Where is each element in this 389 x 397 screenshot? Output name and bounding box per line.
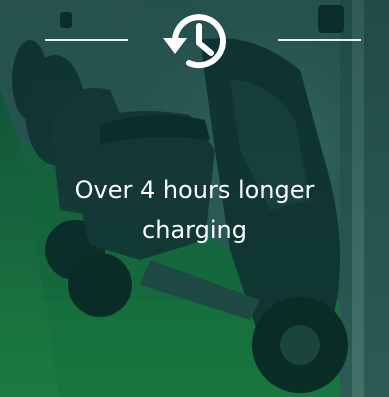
caption-line-2: charging: [142, 216, 247, 244]
history-clock-icon: [163, 14, 226, 69]
decorative-line-left: [45, 39, 128, 41]
feature-caption: Over 4 hours longer charging: [0, 170, 389, 250]
decorative-line-right: [278, 39, 361, 41]
feature-card: Over 4 hours longer charging: [0, 0, 389, 397]
icon-row: [0, 0, 389, 80]
caption-line-1: Over 4 hours longer: [74, 176, 315, 204]
